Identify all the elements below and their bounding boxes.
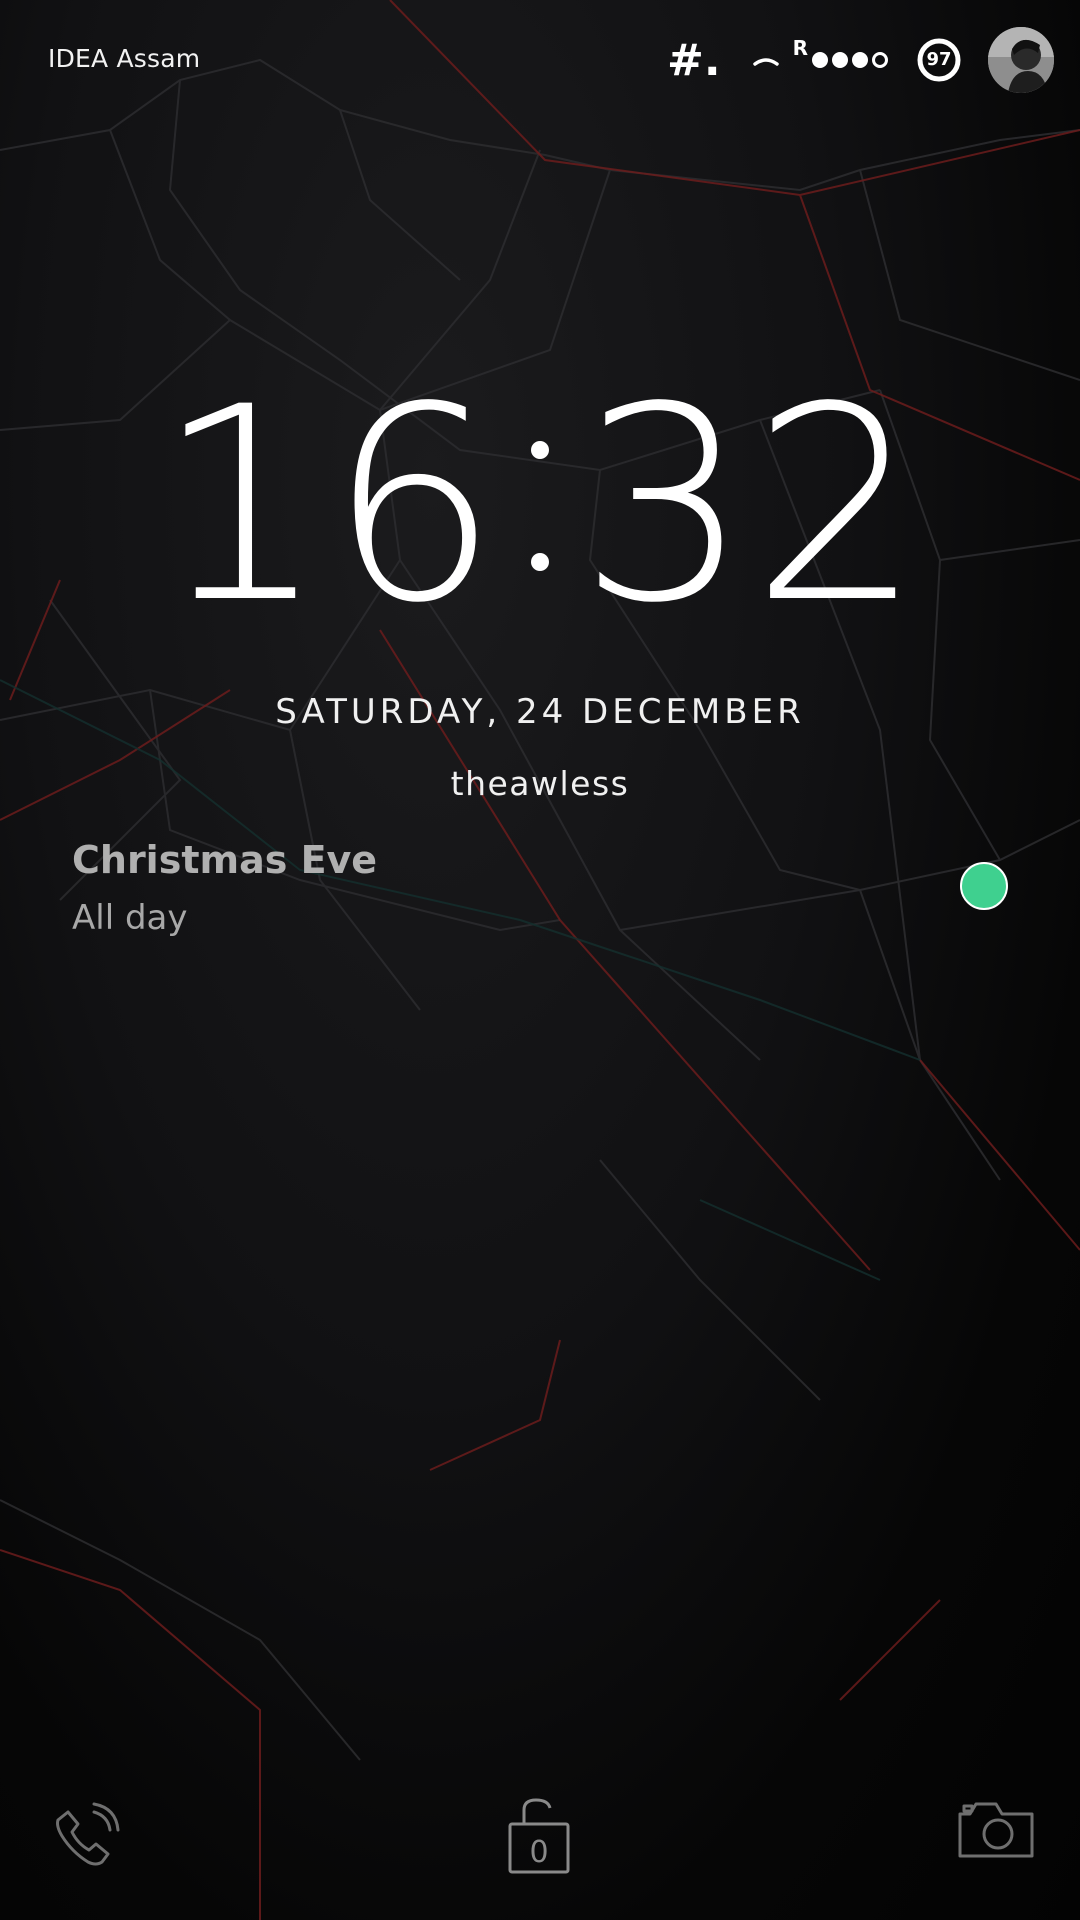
event-title[interactable]: Christmas Eve <box>72 838 377 882</box>
lock-screen: IDEA Assam #. R 97 16 32 SATURDAY, 24 DE… <box>0 0 1080 1920</box>
roaming-indicator: R <box>792 36 808 60</box>
status-icons: #. R 97 <box>667 24 1054 96</box>
signal-strength-icon: R <box>793 36 892 72</box>
signal-dot <box>812 52 828 68</box>
event-color-dot <box>960 862 1008 910</box>
signal-dot-empty <box>872 52 888 68</box>
battery-icon: 97 <box>916 37 962 83</box>
camera-icon[interactable] <box>956 1796 1036 1862</box>
clock: 16 32 <box>0 372 1080 640</box>
owner-label: theawless <box>450 764 630 803</box>
signal-dot <box>832 52 848 68</box>
network-type-icon: #. <box>667 34 721 86</box>
phone-icon[interactable] <box>44 1796 124 1876</box>
carrier-name: IDEA Assam <box>48 44 201 73</box>
signal-dot <box>852 52 868 68</box>
wifi-icon <box>752 58 779 66</box>
unlock-count: 0 <box>529 1835 548 1870</box>
clock-minutes: 32 <box>579 350 925 662</box>
clock-separator <box>531 441 549 571</box>
unlock-icon[interactable]: 0 <box>506 1796 572 1876</box>
clock-hours: 16 <box>155 350 501 662</box>
date-label: SATURDAY, 24 DECEMBER <box>275 692 805 732</box>
event-subtitle: All day <box>72 898 188 938</box>
battery-percent: 97 <box>926 49 952 70</box>
user-avatar-icon[interactable] <box>988 27 1054 93</box>
wallpaper <box>0 0 1080 1920</box>
